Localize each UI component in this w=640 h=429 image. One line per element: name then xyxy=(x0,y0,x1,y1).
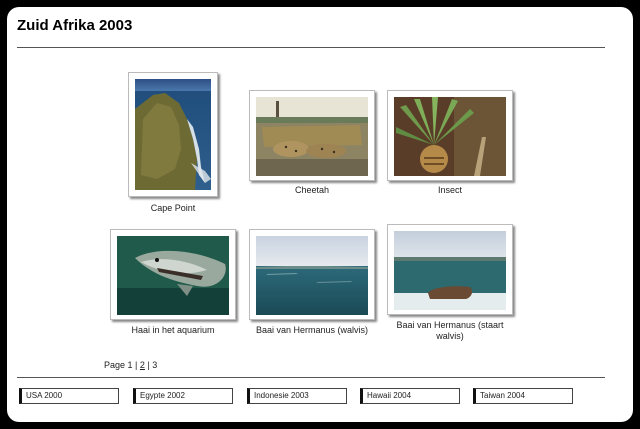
photo-haai xyxy=(117,236,229,315)
thumbnail-cape-point[interactable] xyxy=(128,72,218,197)
thumbnail-hermanus-staart[interactable] xyxy=(387,224,513,315)
thumbnail-hermanus-walvis[interactable] xyxy=(249,229,375,320)
caption-insect: Insect xyxy=(437,185,462,195)
bottom-divider xyxy=(17,377,605,378)
pagination-separator: | xyxy=(135,360,138,370)
thumbnail-cheetah[interactable] xyxy=(249,90,375,181)
photo-cheetah xyxy=(256,97,368,176)
top-divider xyxy=(17,47,605,48)
caption-hermanus-walvis: Baai van Hermanus (walvis) xyxy=(255,325,369,335)
thumbnail-haai[interactable] xyxy=(110,229,236,320)
photo-hermanus-staart xyxy=(394,231,506,310)
caption-hermanus-staart: Baai van Hermanus (staart walvis) xyxy=(396,320,504,341)
photo-cape-point xyxy=(135,79,211,190)
caption-cape-point: Cape Point xyxy=(150,203,196,213)
caption-haai: Haai in het aquarium xyxy=(131,325,215,335)
nav-item-usa-2000[interactable]: USA 2000 xyxy=(19,388,119,404)
photo-insect xyxy=(394,97,506,176)
nav-item-taiwan-2004[interactable]: Taiwan 2004 xyxy=(473,388,573,404)
nav-item-indonesie-2003[interactable]: Indonesie 2003 xyxy=(247,388,347,404)
pagination-current: Page 1 xyxy=(104,360,133,370)
thumbnail-insect[interactable] xyxy=(387,90,513,181)
nav-item-egypte-2002[interactable]: Egypte 2002 xyxy=(133,388,233,404)
page-title: Zuid Afrika 2003 xyxy=(17,17,133,34)
pagination-separator: | xyxy=(147,360,150,370)
page-3-link[interactable]: 3 xyxy=(152,360,157,370)
page-2-link[interactable]: 2 xyxy=(140,360,145,370)
page: Zuid Afrika 2003 Cape Point Cheetah Inse… xyxy=(7,7,633,422)
nav-item-hawaii-2004[interactable]: Hawaii 2004 xyxy=(360,388,460,404)
photo-hermanus-walvis xyxy=(256,236,368,315)
pagination: Page 1 | 2 | 3 xyxy=(104,360,157,370)
caption-cheetah: Cheetah xyxy=(294,185,330,195)
